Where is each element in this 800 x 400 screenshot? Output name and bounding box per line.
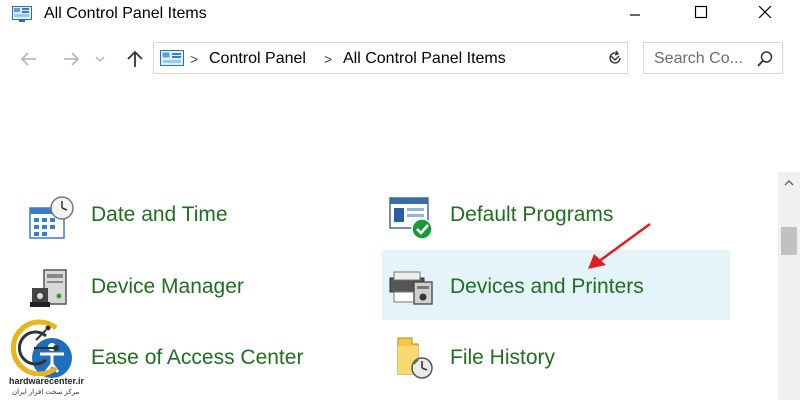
default-programs-icon	[388, 194, 436, 242]
maximize-button[interactable]	[678, 0, 724, 24]
forward-button[interactable]	[60, 48, 82, 70]
breadcrumb-all-items[interactable]: All Control Panel Items	[343, 49, 506, 69]
breadcrumb-separator: >	[324, 51, 333, 67]
minimize-icon	[630, 14, 640, 16]
scroll-up-button[interactable]	[778, 172, 800, 194]
item-date-and-time[interactable]: Date and Time	[18, 182, 358, 252]
refresh-icon	[609, 50, 621, 64]
circuit-logo-icon	[10, 319, 59, 377]
up-button[interactable]	[124, 48, 146, 70]
window-title: All Control Panel Items	[44, 5, 207, 22]
file-history-icon	[388, 334, 436, 382]
vertical-scrollbar[interactable]	[778, 172, 800, 400]
item-label: Date and Time	[91, 203, 228, 226]
watermark-logo: hardwarecenter.ir مرکز سخت افزار ایران	[6, 318, 84, 400]
breadcrumb-control-panel[interactable]: Control Panel	[209, 49, 306, 69]
close-button[interactable]	[742, 0, 788, 24]
maximize-icon	[694, 5, 708, 19]
chevron-down-icon	[95, 56, 105, 62]
calendar-clock-icon	[28, 194, 76, 242]
control-panel-items: Date and Time Default Programs Device Ma…	[0, 172, 778, 400]
search-input[interactable]: Search Co...	[643, 42, 783, 74]
watermark-subtext: مرکز سخت افزار ایران	[12, 389, 80, 396]
refresh-button[interactable]	[603, 42, 627, 74]
item-label: Devices and Printers	[450, 275, 644, 298]
control-panel-icon	[12, 6, 32, 22]
chevron-up-icon	[784, 180, 794, 186]
minimize-button[interactable]	[612, 0, 658, 24]
search-placeholder: Search Co...	[654, 50, 743, 67]
search-icon[interactable]	[756, 50, 774, 68]
back-button[interactable]	[18, 48, 40, 70]
printer-icon	[388, 264, 436, 312]
item-default-programs[interactable]: Default Programs	[382, 182, 730, 252]
item-file-history[interactable]: File History	[382, 324, 730, 394]
item-label: Device Manager	[91, 275, 244, 298]
recent-locations-button[interactable]	[92, 48, 108, 70]
item-label: File History	[450, 346, 556, 369]
close-icon	[758, 5, 772, 19]
control-panel-icon	[160, 50, 184, 68]
item-device-manager[interactable]: Device Manager	[18, 252, 358, 322]
address-row: > Control Panel > All Control Panel Item…	[0, 30, 800, 86]
watermark-text: hardwarecenter.ir	[9, 376, 85, 386]
up-arrow-icon	[127, 50, 143, 67]
back-arrow-icon	[20, 52, 36, 66]
scroll-thumb[interactable]	[781, 227, 797, 255]
forward-arrow-icon	[64, 52, 80, 66]
annotation-arrow	[588, 222, 651, 269]
item-devices-and-printers[interactable]: Devices and Printers	[382, 250, 730, 320]
breadcrumb-separator: >	[190, 51, 199, 67]
item-label: Ease of Access Center	[91, 346, 304, 369]
device-manager-icon	[28, 264, 76, 312]
title-bar: All Control Panel Items	[0, 0, 800, 30]
address-bar[interactable]: > Control Panel > All Control Panel Item…	[153, 42, 628, 74]
